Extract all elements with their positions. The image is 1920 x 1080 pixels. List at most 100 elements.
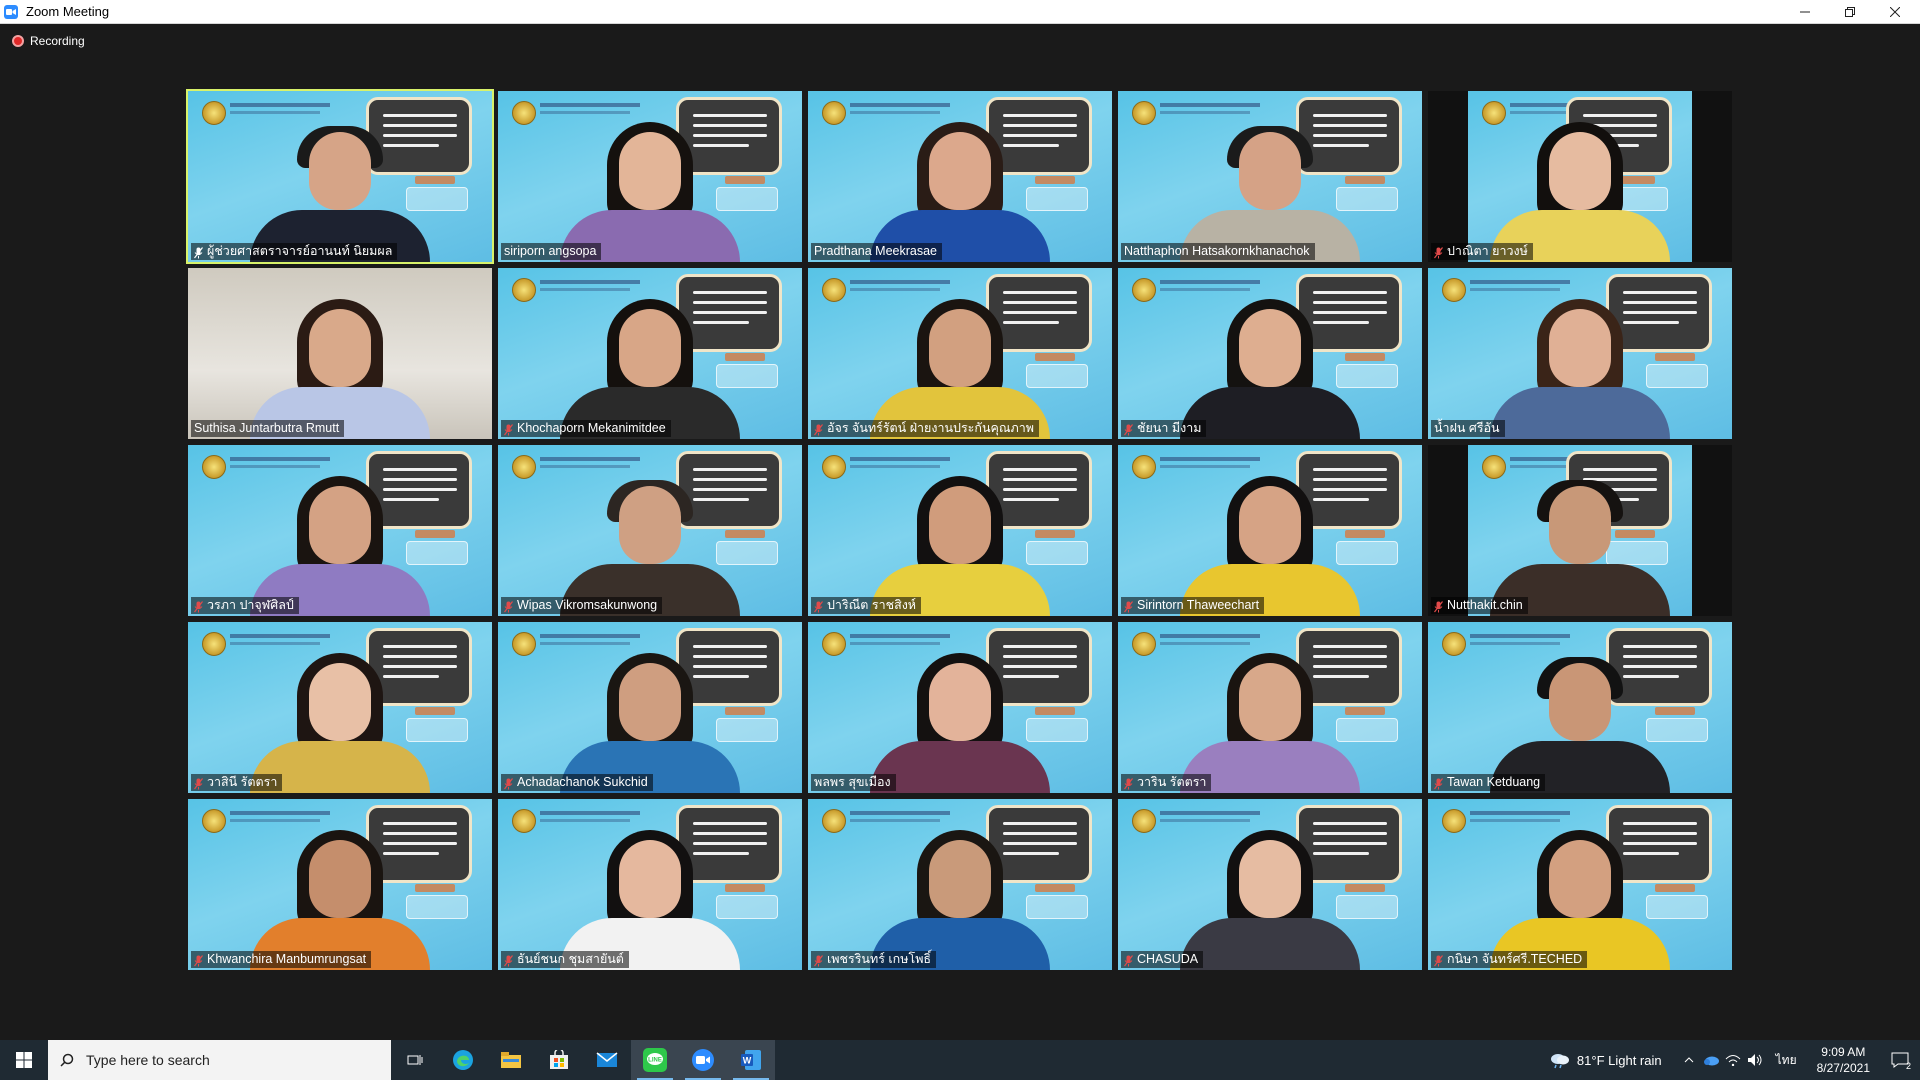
- institution-logo: [512, 101, 536, 125]
- participant-name-label: CHASUDA: [1121, 951, 1204, 968]
- institution-logo: [202, 809, 226, 833]
- participant-video-tile[interactable]: วาสินี รัตตรา: [188, 622, 492, 793]
- participant-figure: [1485, 289, 1675, 439]
- clock-time: 9:09 AM: [1821, 1045, 1866, 1059]
- participant-video-tile[interactable]: น้ำฝน ศรีอัน: [1428, 268, 1732, 439]
- muted-mic-icon: [1434, 246, 1443, 258]
- participant-video-tile[interactable]: พลพร สุขเมือง: [808, 622, 1112, 793]
- participant-video-tile[interactable]: กนิษา จันทร์ศรี.TECHED: [1428, 799, 1732, 970]
- participant-video-tile[interactable]: Suthisa Juntarbutra Rmutt: [188, 268, 492, 439]
- volume-icon[interactable]: [1744, 1040, 1766, 1080]
- participant-video-tile[interactable]: ปาณิตา ยาวงษ์: [1428, 91, 1732, 262]
- close-icon[interactable]: [1872, 0, 1918, 23]
- word-icon[interactable]: W: [727, 1040, 775, 1080]
- participant-name: Tawan Ketduang: [1447, 775, 1541, 789]
- institution-logo: [512, 809, 536, 833]
- video-feed: [188, 799, 492, 970]
- participant-video-tile[interactable]: Sirintorn Thaweechart: [1118, 445, 1422, 616]
- participant-video-tile[interactable]: siriporn angsopa: [498, 91, 802, 262]
- participant-video-tile[interactable]: เพชรรินทร์ เกษโพธิ์: [808, 799, 1112, 970]
- participant-name-label: Natthaphon Hatsakornkhanachok: [1121, 243, 1315, 260]
- onedrive-icon[interactable]: [1700, 1040, 1722, 1080]
- participant-name: ผู้ช่วยศาสตราจารย์อานนท์ นิยมผล: [207, 244, 393, 258]
- muted-mic-icon: [1124, 423, 1133, 435]
- participant-figure: [1175, 643, 1365, 793]
- participant-video-tile[interactable]: Khwanchira Manbumrungsat: [188, 799, 492, 970]
- chevron-up-icon[interactable]: [1678, 1040, 1700, 1080]
- clock-date: 8/27/2021: [1816, 1061, 1870, 1075]
- clock[interactable]: 9:09 AM 8/27/2021: [1817, 1044, 1870, 1076]
- muted-mic-icon: [814, 600, 823, 612]
- participant-name-label: Khwanchira Manbumrungsat: [191, 951, 372, 968]
- institution-logo: [1442, 809, 1466, 833]
- participant-name: Wipas Vikromsakunwong: [517, 598, 658, 612]
- participant-video-tile[interactable]: ธันย์ชนก ชุมสายันต์: [498, 799, 802, 970]
- banner-heading: [230, 811, 330, 815]
- participant-video-tile[interactable]: Nutthakit.chin: [1428, 445, 1732, 616]
- line-icon[interactable]: LINE: [631, 1040, 679, 1080]
- participant-figure: [1175, 289, 1365, 439]
- participant-video-tile[interactable]: ชัยนา มีงาม: [1118, 268, 1422, 439]
- taskbar-search-input[interactable]: Type here to search: [48, 1040, 391, 1080]
- participant-name-label: ปาณิตา ยาวงษ์: [1431, 243, 1533, 260]
- participant-video-tile[interactable]: Tawan Ketduang: [1428, 622, 1732, 793]
- edge-icon[interactable]: [439, 1040, 487, 1080]
- recording-label: Recording: [30, 34, 85, 48]
- participant-figure: [865, 820, 1055, 970]
- participant-name: siriporn angsopa: [504, 244, 597, 258]
- participant-video-tile[interactable]: วาริน รัตตรา: [1118, 622, 1422, 793]
- weather-widget[interactable]: 81°F Light rain: [1549, 1051, 1662, 1069]
- input-language[interactable]: ไทย: [1776, 1051, 1797, 1070]
- participant-name: Nutthakit.chin: [1447, 598, 1523, 612]
- participant-name: วาริน รัตตรา: [1137, 775, 1207, 789]
- participant-name: Suthisa Juntarbutra Rmutt: [194, 421, 340, 435]
- participant-name-label: Wipas Vikromsakunwong: [501, 597, 663, 614]
- participant-video-tile[interactable]: วรภา ปาจุฬศิลป์: [188, 445, 492, 616]
- participant-video-tile[interactable]: Achadachanok Sukchid: [498, 622, 802, 793]
- institution-logo: [1442, 278, 1466, 302]
- video-feed: [808, 445, 1112, 616]
- windows-start-icon[interactable]: [0, 1040, 48, 1080]
- participant-figure: [245, 643, 435, 793]
- mail-icon[interactable]: [583, 1040, 631, 1080]
- muted-mic-icon: [504, 777, 513, 789]
- video-feed: [498, 268, 802, 439]
- video-feed: [498, 622, 802, 793]
- participant-name: CHASUDA: [1137, 952, 1199, 966]
- participant-video-tile[interactable]: ผู้ช่วยศาสตราจารย์อานนท์ นิยมผล: [186, 89, 494, 264]
- muted-mic-icon: [1124, 600, 1133, 612]
- participant-video-tile[interactable]: Pradthana Meekrasae: [808, 91, 1112, 262]
- file-explorer-icon[interactable]: [487, 1040, 535, 1080]
- store-icon[interactable]: [535, 1040, 583, 1080]
- participant-name: Khochaporn Mekanimitdee: [517, 421, 666, 435]
- banner-heading: [230, 634, 330, 638]
- participant-video-tile[interactable]: Natthaphon Hatsakornkhanachok: [1118, 91, 1422, 262]
- participant-video-tile[interactable]: CHASUDA: [1118, 799, 1422, 970]
- banner-heading: [1160, 103, 1260, 107]
- zoom-icon[interactable]: [679, 1040, 727, 1080]
- institution-logo: [1132, 278, 1156, 302]
- video-feed: [1118, 622, 1422, 793]
- task-view-icon[interactable]: [391, 1040, 439, 1080]
- window-title: Zoom Meeting: [26, 4, 110, 19]
- minimize-icon[interactable]: [1782, 0, 1828, 23]
- participant-video-tile[interactable]: Khochaporn Mekanimitdee: [498, 268, 802, 439]
- restore-icon[interactable]: [1827, 0, 1873, 23]
- video-feed: [188, 268, 492, 439]
- recording-indicator[interactable]: Recording: [12, 34, 85, 48]
- participant-name: พลพร สุขเมือง: [814, 775, 891, 789]
- muted-mic-icon: [1434, 777, 1443, 789]
- video-feed: [498, 799, 802, 970]
- participant-video-tile[interactable]: อัจร จันทร์รัตน์ ฝ่ายงานประกันคุณภาพ: [808, 268, 1112, 439]
- participant-name: Sirintorn Thaweechart: [1137, 598, 1260, 612]
- participant-name: ปาริณีต ราชสิงห์: [827, 598, 917, 612]
- participant-name-label: Achadachanok Sukchid: [501, 774, 653, 791]
- video-feed: [1118, 268, 1422, 439]
- notification-center-icon[interactable]: 2: [1880, 1040, 1920, 1080]
- participant-figure: [245, 820, 435, 970]
- participant-video-tile[interactable]: ปาริณีต ราชสิงห์: [808, 445, 1112, 616]
- participant-figure: [555, 112, 745, 262]
- wifi-icon[interactable]: [1722, 1040, 1744, 1080]
- participant-video-tile[interactable]: Wipas Vikromsakunwong: [498, 445, 802, 616]
- video-feed: [188, 622, 492, 793]
